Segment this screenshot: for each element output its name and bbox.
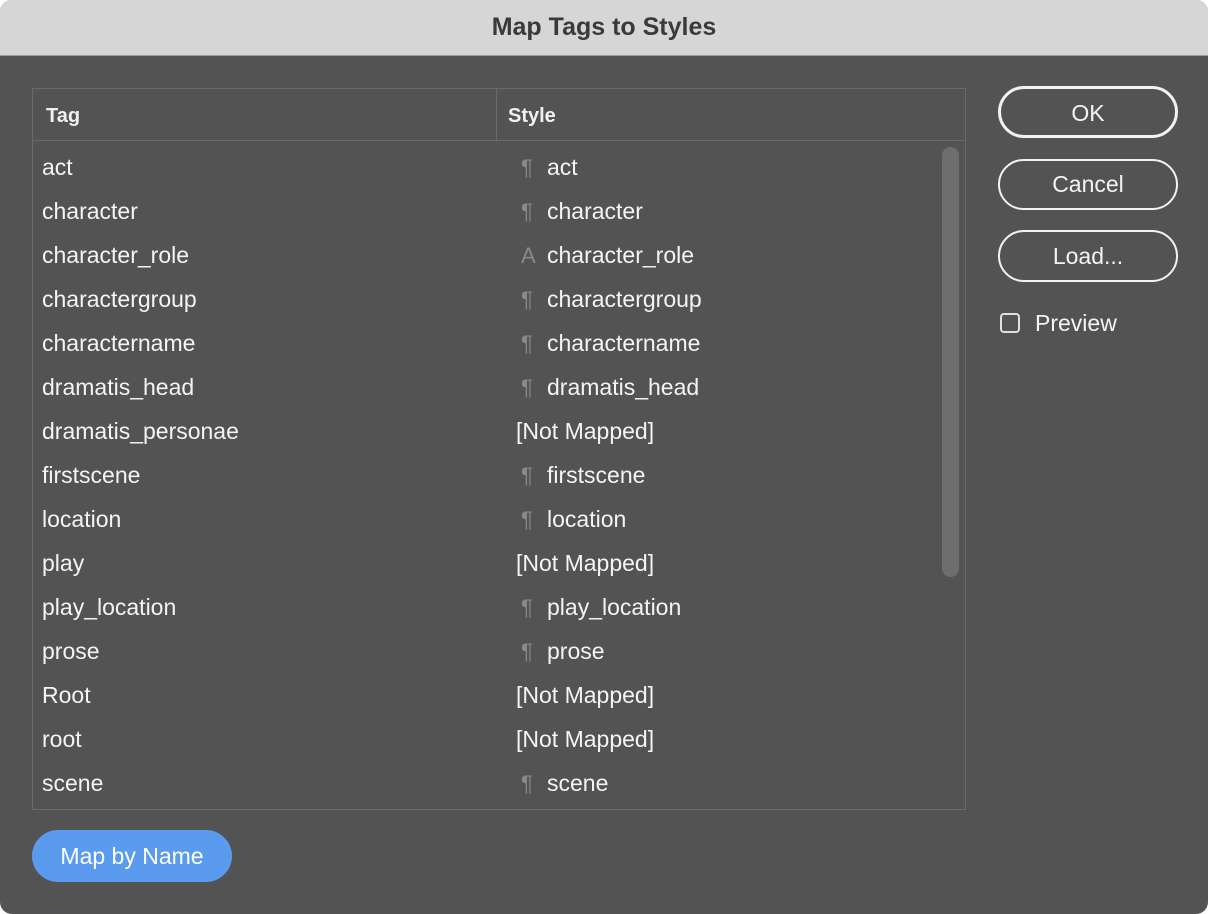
style-name: character	[547, 198, 643, 224]
table-row[interactable]: Root [Not Mapped]	[33, 673, 965, 717]
style-cell[interactable]: Acharacter_role	[516, 233, 694, 278]
dialog-title: Map Tags to Styles	[491, 13, 717, 41]
character-style-icon: A	[521, 243, 536, 268]
tag-cell[interactable]: prose	[42, 629, 100, 673]
style-cell[interactable]: ¶ play_location	[516, 585, 681, 630]
paragraph-style-icon: ¶	[521, 155, 533, 180]
style-name: prose	[547, 638, 605, 664]
style-name: charactergroup	[547, 286, 702, 312]
style-name: [Not Mapped]	[516, 682, 655, 708]
cancel-button[interactable]: Cancel	[998, 159, 1178, 210]
style-cell[interactable]: [Not Mapped]	[516, 541, 654, 585]
table-row[interactable]: play [Not Mapped]	[33, 541, 965, 585]
table-row[interactable]: play_location ¶ play_location	[33, 585, 965, 629]
style-cell[interactable]: [Not Mapped]	[516, 717, 654, 761]
style-cell[interactable]: ¶ scene	[516, 761, 608, 806]
paragraph-style-icon: ¶	[521, 771, 533, 796]
table-row[interactable]: scene ¶ scene	[33, 761, 965, 805]
style-cell[interactable]: ¶ act	[516, 145, 578, 190]
table-row[interactable]: dramatis_head ¶ dramatis_head	[33, 365, 965, 409]
tag-cell[interactable]: dramatis_personae	[42, 409, 239, 453]
tag-cell[interactable]: root	[42, 717, 82, 761]
paragraph-style-icon: ¶	[521, 375, 533, 400]
style-cell[interactable]: ¶ location	[516, 497, 626, 542]
title-bar: Map Tags to Styles	[0, 0, 1208, 56]
tag-cell[interactable]: act	[42, 145, 73, 189]
paragraph-style-icon: ¶	[521, 595, 533, 620]
tag-cell[interactable]: location	[42, 497, 121, 541]
preview-option[interactable]: Preview	[1000, 309, 1117, 337]
style-name: charactername	[547, 330, 701, 356]
style-name: scene	[547, 770, 609, 796]
map-by-name-button[interactable]: Map by Name	[32, 830, 232, 882]
tag-cell[interactable]: charactername	[42, 321, 195, 365]
paragraph-style-icon: ¶	[521, 639, 533, 664]
tag-cell[interactable]: scene	[42, 761, 103, 805]
load-button[interactable]: Load...	[998, 230, 1178, 282]
table-row[interactable]: prose ¶ prose	[33, 629, 965, 673]
table-row[interactable]: location ¶ location	[33, 497, 965, 541]
column-divider[interactable]	[496, 89, 497, 141]
preview-label[interactable]: Preview	[1035, 310, 1117, 337]
style-cell[interactable]: ¶ character	[516, 189, 643, 234]
table-row[interactable]: charactername ¶ charactername	[33, 321, 965, 365]
paragraph-style-icon: ¶	[521, 463, 533, 488]
tag-style-table: Tag Style act ¶ act character ¶ character char…	[32, 88, 966, 810]
tag-cell[interactable]: play	[42, 541, 84, 585]
table-row[interactable]: charactergroup ¶ charactergroup	[33, 277, 965, 321]
style-cell[interactable]: ¶ charactername	[516, 321, 700, 366]
style-name: dramatis_head	[547, 374, 700, 400]
style-cell[interactable]: ¶ prose	[516, 629, 605, 674]
table-row[interactable]: root [Not Mapped]	[33, 717, 965, 761]
paragraph-style-icon: ¶	[521, 199, 533, 224]
paragraph-style-icon: ¶	[521, 507, 533, 532]
style-name: [Not Mapped]	[516, 550, 655, 576]
style-cell[interactable]: ¶ dramatis_head	[516, 365, 699, 410]
column-header-style[interactable]: Style	[508, 89, 556, 141]
table-header: Tag Style	[33, 89, 965, 141]
scrollbar-thumb[interactable]	[942, 147, 959, 577]
style-name: act	[547, 154, 578, 180]
tag-cell[interactable]: character_role	[42, 233, 189, 277]
style-name: play_location	[547, 594, 682, 620]
style-name: [Not Mapped]	[516, 726, 655, 752]
table-row[interactable]: act ¶ act	[33, 145, 965, 189]
column-header-tag[interactable]: Tag	[46, 89, 80, 141]
preview-checkbox[interactable]	[1000, 313, 1020, 333]
table-row[interactable]: dramatis_personae [Not Mapped]	[33, 409, 965, 453]
style-name: character_role	[547, 242, 695, 268]
paragraph-style-icon: ¶	[521, 331, 533, 356]
table-row[interactable]: character_role Acharacter_role	[33, 233, 965, 277]
tag-cell[interactable]: dramatis_head	[42, 365, 194, 409]
style-cell[interactable]: ¶ charactergroup	[516, 277, 702, 322]
tag-cell[interactable]: Root	[42, 673, 91, 717]
style-cell[interactable]: [Not Mapped]	[516, 673, 654, 717]
style-cell[interactable]: ¶ firstscene	[516, 453, 645, 498]
paragraph-style-icon: ¶	[521, 287, 533, 312]
tag-cell[interactable]: character	[42, 189, 138, 233]
table-body: act ¶ act character ¶ character character_role…	[33, 145, 965, 805]
tag-cell[interactable]: play_location	[42, 585, 176, 629]
ok-button[interactable]: OK	[998, 86, 1178, 138]
tag-cell[interactable]: firstscene	[42, 453, 140, 497]
scrollbar-track[interactable]	[939, 145, 963, 805]
tag-cell[interactable]: charactergroup	[42, 277, 197, 321]
table-row[interactable]: character ¶ character	[33, 189, 965, 233]
style-name: [Not Mapped]	[516, 418, 655, 444]
map-tags-dialog: Map Tags to Styles Tag Style act ¶ act char…	[0, 0, 1208, 914]
style-name: firstscene	[547, 462, 646, 488]
table-row[interactable]: firstscene ¶ firstscene	[33, 453, 965, 497]
style-cell[interactable]: [Not Mapped]	[516, 409, 654, 453]
style-name: location	[547, 506, 627, 532]
